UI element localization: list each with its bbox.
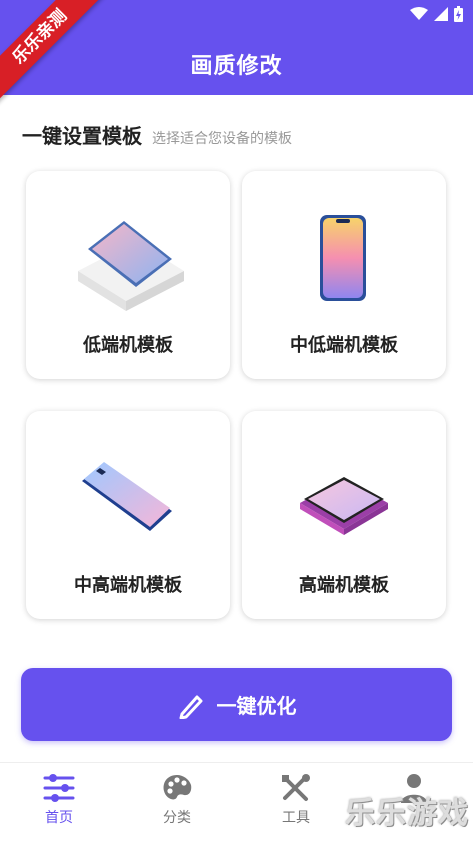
phone-tilted-icon (82, 462, 172, 531)
tab-tools[interactable]: 工具 (256, 773, 336, 827)
section-subtitle: 选择适合您设备的模板 (152, 131, 292, 147)
template-label: 中高端机模板 (74, 575, 182, 596)
phone-premium-icon (300, 477, 388, 535)
one-click-optimize-button[interactable]: 一键优化 (21, 668, 452, 741)
template-label: 低端机模板 (83, 335, 173, 356)
tab-label: 工具 (282, 810, 310, 826)
phone-upright-icon (320, 215, 366, 301)
section-title: 一键设置模板 (22, 124, 142, 148)
signal-icon (434, 7, 448, 21)
sliders-icon (43, 774, 75, 802)
status-bar (410, 6, 463, 22)
page-title: 画质修改 (190, 54, 283, 79)
tab-category[interactable]: 分类 (137, 773, 217, 827)
pen-icon (179, 695, 202, 719)
tab-home[interactable]: 首页 (19, 773, 99, 827)
palette-icon (163, 775, 192, 800)
tools-icon (282, 774, 310, 801)
battery-icon (454, 6, 463, 22)
template-card-mid-low[interactable]: 中低端机模板 (242, 171, 446, 379)
wifi-icon (410, 7, 428, 20)
tab-label: 首页 (45, 810, 73, 826)
template-label: 中低端机模板 (290, 335, 398, 356)
tab-label: 分类 (163, 810, 191, 826)
phone-flat-icon (78, 221, 184, 311)
watermark-logo: 乐乐游戏 (345, 796, 469, 831)
cta-label: 一键优化 (216, 694, 297, 718)
template-card-high-end[interactable]: 高端机模板 (242, 411, 446, 619)
template-label: 高端机模板 (299, 575, 389, 596)
section-header: 一键设置模板 选择适合您设备的模板 (22, 120, 292, 149)
template-card-mid-high[interactable]: 中高端机模板 (26, 411, 230, 619)
template-card-low-end[interactable]: 低端机模板 (26, 171, 230, 379)
